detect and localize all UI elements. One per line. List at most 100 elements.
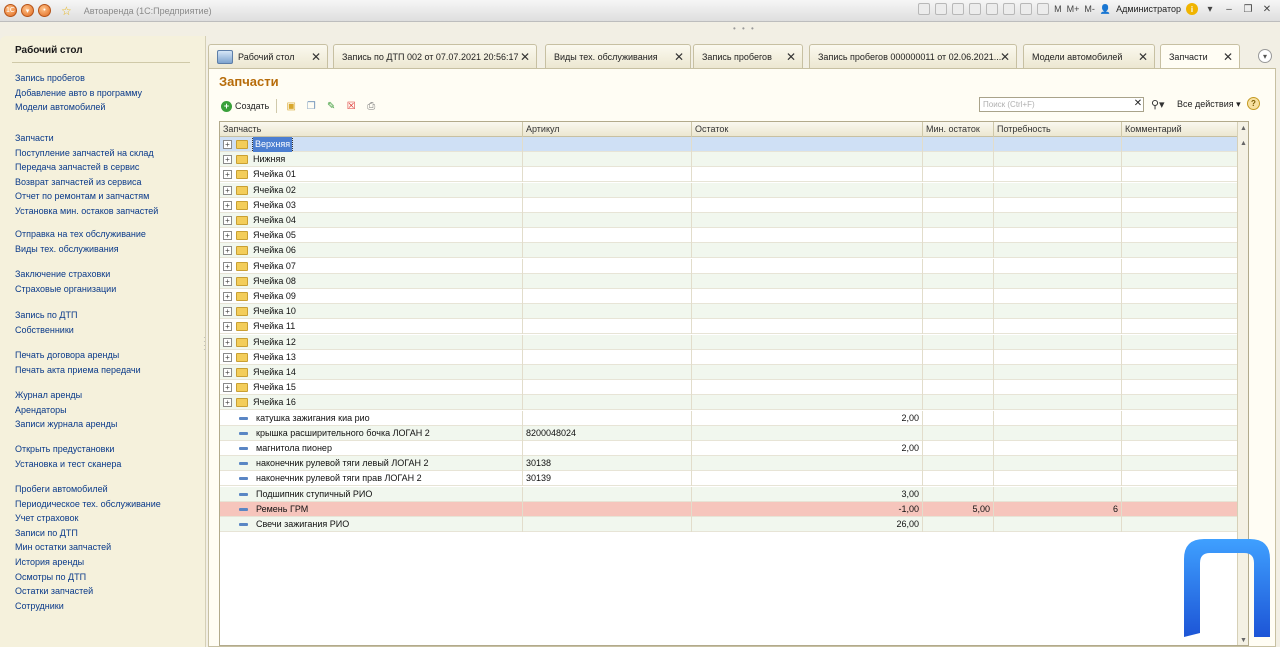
need-cell[interactable]	[994, 395, 1122, 411]
expand-icon[interactable]: +	[223, 216, 232, 225]
memory-m-button[interactable]: M	[1054, 4, 1062, 14]
sidebar-title[interactable]: Рабочий стол	[15, 45, 83, 56]
name-cell[interactable]: крышка расширительного бочка ЛОГАН 2	[220, 425, 523, 441]
sidebar-item[interactable]: Журнал аренды	[15, 390, 82, 400]
min-stock-cell[interactable]	[923, 441, 994, 456]
min-stock-cell[interactable]	[923, 517, 994, 532]
name-cell[interactable]: + Ячейка 11	[220, 319, 523, 335]
stock-cell[interactable]	[692, 273, 923, 289]
comment-cell[interactable]	[1122, 410, 1239, 426]
need-cell[interactable]	[994, 167, 1122, 183]
stock-cell[interactable]: 3,00	[692, 486, 923, 502]
stock-cell[interactable]	[692, 304, 923, 320]
stock-cell[interactable]	[692, 137, 923, 152]
article-cell[interactable]	[523, 501, 692, 517]
name-cell[interactable]: наконечник рулевой тяги прав ЛОГАН 2	[220, 471, 523, 487]
group-row[interactable]: + Ячейка 16	[220, 395, 1248, 411]
column-header[interactable]: Потребность	[994, 122, 1122, 137]
name-cell[interactable]: + Ячейка 05	[220, 228, 523, 244]
tab-close-icon[interactable]: ✕	[1138, 50, 1148, 64]
panel-grip-icon[interactable]: • • •	[733, 24, 756, 33]
tab-close-icon[interactable]: ✕	[786, 50, 796, 64]
stock-cell[interactable]	[692, 334, 923, 350]
article-cell[interactable]	[523, 517, 692, 532]
nav-icon[interactable]: •	[38, 4, 51, 17]
comment-cell[interactable]	[1122, 289, 1239, 304]
compare-icon[interactable]	[1037, 3, 1050, 15]
min-stock-cell[interactable]	[923, 334, 994, 350]
name-cell[interactable]: + Нижняя	[220, 152, 523, 168]
expand-icon[interactable]: +	[223, 337, 232, 347]
name-cell[interactable]: + Ячейка 06	[220, 243, 523, 259]
tab[interactable]: Рабочий стол ✕	[208, 44, 328, 68]
column-header[interactable]: Мин. остаток	[923, 122, 994, 137]
memory-minus-button[interactable]: M-	[1084, 4, 1095, 14]
comment-cell[interactable]	[1122, 319, 1239, 335]
group-row[interactable]: + Ячейка 08	[220, 273, 1248, 289]
help-icon[interactable]: ?	[1247, 97, 1260, 110]
need-cell[interactable]: 6	[994, 501, 1122, 517]
sidebar-item[interactable]: Передача запчастей в сервис	[15, 162, 139, 172]
print-icon[interactable]	[918, 3, 931, 15]
min-stock-cell[interactable]	[923, 152, 994, 168]
copy-icon[interactable]: ❐	[304, 99, 318, 113]
sidebar-item[interactable]: Запись пробегов	[15, 73, 85, 83]
favorites-star-icon[interactable]: ☆	[61, 4, 72, 18]
search-icon[interactable]: ⚲▾	[1151, 98, 1165, 111]
min-stock-cell[interactable]	[923, 486, 994, 502]
comment-cell[interactable]	[1122, 471, 1239, 487]
app-logo-icon[interactable]: 1С	[4, 4, 17, 17]
expand-icon[interactable]: +	[223, 383, 232, 393]
tab[interactable]: Запчасти ✕	[1160, 44, 1240, 69]
sidebar-item[interactable]: Печать акта приема передачи	[15, 365, 141, 375]
need-cell[interactable]	[994, 517, 1122, 532]
tab[interactable]: Модели автомобилей ✕	[1023, 44, 1155, 68]
sidebar-item[interactable]: Запись по ДТП	[15, 310, 77, 320]
sidebar-item[interactable]: Установка и тест сканера	[15, 459, 121, 469]
comment-cell[interactable]	[1122, 380, 1239, 396]
expand-icon[interactable]: +	[223, 170, 232, 180]
sidebar-item[interactable]: Учет страховок	[15, 513, 78, 523]
expand-icon[interactable]: +	[223, 368, 232, 377]
article-cell[interactable]	[523, 441, 692, 456]
group-row[interactable]: + Ячейка 09	[220, 289, 1248, 304]
name-cell[interactable]: + Ячейка 07	[220, 258, 523, 274]
sidebar-item[interactable]: Пробеги автомобилей	[15, 484, 108, 494]
need-cell[interactable]	[994, 273, 1122, 289]
article-cell[interactable]	[523, 380, 692, 396]
group-row[interactable]: + Ячейка 14	[220, 365, 1248, 380]
stock-cell[interactable]	[692, 182, 923, 198]
article-cell[interactable]	[523, 289, 692, 304]
sidebar-resize-handle[interactable]: · · · ·	[203, 334, 206, 354]
article-cell[interactable]: 8200048024	[523, 425, 692, 441]
name-cell[interactable]: + Верхняя	[220, 137, 523, 152]
expand-icon[interactable]: +	[223, 185, 232, 195]
min-stock-cell[interactable]	[923, 410, 994, 426]
all-actions-button[interactable]: Все действия ▾	[1177, 99, 1241, 110]
name-cell[interactable]: + Ячейка 13	[220, 349, 523, 365]
stock-cell[interactable]	[692, 258, 923, 274]
tab-close-icon[interactable]: ✕	[1223, 50, 1233, 64]
min-stock-cell[interactable]	[923, 258, 994, 274]
preview-icon[interactable]	[935, 3, 948, 15]
group-row[interactable]: + Ячейка 07	[220, 258, 1248, 274]
group-row[interactable]: + Ячейка 02	[220, 182, 1248, 198]
group-row[interactable]: + Ячейка 15	[220, 380, 1248, 396]
min-stock-cell[interactable]	[923, 243, 994, 259]
sidebar-item[interactable]: Мин остатки запчастей	[15, 542, 111, 552]
name-cell[interactable]: Свечи зажигания РИО	[220, 517, 523, 532]
name-cell[interactable]: наконечник рулевой тяги левый ЛОГАН 2	[220, 456, 523, 472]
need-cell[interactable]	[994, 456, 1122, 472]
comment-cell[interactable]	[1122, 167, 1239, 183]
article-cell[interactable]: 30139	[523, 471, 692, 487]
group-row[interactable]: + Ячейка 01	[220, 167, 1248, 183]
comment-cell[interactable]	[1122, 486, 1239, 502]
min-stock-cell[interactable]	[923, 273, 994, 289]
stock-cell[interactable]	[692, 471, 923, 487]
expand-icon[interactable]: +	[223, 155, 232, 165]
comment-cell[interactable]	[1122, 182, 1239, 198]
article-cell[interactable]	[523, 167, 692, 183]
need-cell[interactable]	[994, 289, 1122, 304]
table-row[interactable]: катушка зажигания киа рио 2,00	[220, 410, 1248, 426]
expand-icon[interactable]: +	[223, 261, 232, 271]
